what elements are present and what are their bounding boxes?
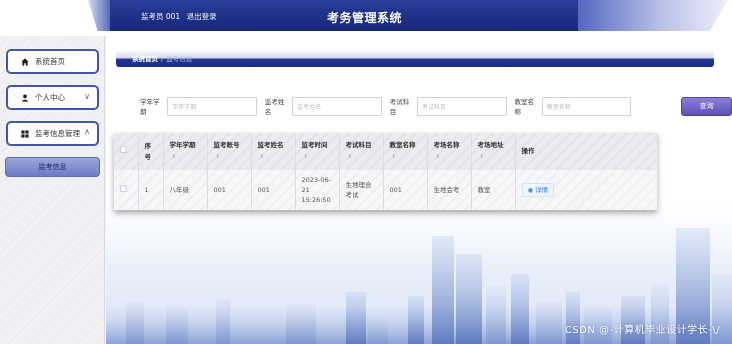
chevron-down-icon: ∨ (84, 92, 90, 101)
sort-icon[interactable]: ⇕ (480, 154, 484, 160)
cell-time: 2023-06-21 15:26:50 (295, 170, 340, 210)
search-label-term: 学年学期 (140, 98, 160, 116)
detail-button[interactable]: ◉ 详情 (521, 183, 555, 197)
logout-link[interactable]: 退出登录 (187, 12, 217, 21)
table-header-subject[interactable]: 考试科目⇕ (339, 133, 384, 170)
sidebar-item-home[interactable]: 系统首页 (6, 49, 99, 74)
search-input-subject[interactable]: 考试科目 (416, 96, 507, 116)
table-row: 1 八年级 001 001 2023-06-21 15:26:50 生地理合考试… (114, 170, 658, 210)
sort-icon[interactable]: ⇕ (172, 154, 176, 160)
sort-icon[interactable]: ⇕ (216, 154, 220, 160)
search-input-invigilator-name[interactable]: 监考姓名 (292, 96, 382, 116)
breadcrumb-current: 监考信息 (166, 55, 193, 63)
sidebar-subitem-invigilation-info[interactable]: 监考信息 (5, 157, 100, 177)
top-header: 监考员 001 退出登录 考务管理系统 (0, 0, 732, 36)
sidebar-item-personal-center[interactable]: 个人中心 ∨ (6, 85, 99, 110)
search-label-classroom: 教室名称 (514, 98, 535, 116)
sidebar-item-label: 监考信息管理 (35, 129, 80, 138)
app-title: 考务管理系统 (327, 11, 403, 25)
table-header-time[interactable]: 监考时间⇕ (295, 133, 340, 170)
sort-icon[interactable]: ⇕ (304, 154, 308, 160)
person-icon (20, 93, 29, 102)
user-info: 监考员 001 退出登录 (141, 11, 221, 22)
csdn-watermark: CSDN @-计算机毕业设计学长-\/ (564, 325, 720, 336)
cell-subject: 生地理合考试 (339, 170, 384, 210)
sort-icon[interactable]: ⇕ (392, 154, 396, 160)
header-wing-left (88, 0, 112, 31)
search-input-classroom[interactable]: 教室名称 (541, 96, 632, 116)
breadcrumb-separator: / (161, 55, 164, 63)
table-header-account[interactable]: 监考账号⇕ (207, 133, 252, 170)
cell-actions: ◉ 详情 (515, 170, 658, 210)
cell-name: 001 (251, 170, 296, 210)
invigilation-table: 序号 学年学期⇕ 监考账号⇕ 监考姓名⇕ 监考时间⇕ 考试科目⇕ 教室名称⇕ 考… (114, 133, 658, 210)
row-select (114, 170, 139, 210)
cell-exam-room: 生地会考 (427, 170, 472, 210)
cell-term: 八年级 (163, 170, 208, 210)
table-header-term[interactable]: 学年学期⇕ (163, 133, 208, 170)
home-icon (20, 57, 29, 66)
chevron-up-icon: ∧ (84, 127, 90, 136)
sort-icon[interactable]: ⇕ (436, 154, 440, 160)
sort-icon[interactable]: ⇕ (348, 154, 352, 160)
row-checkbox[interactable] (120, 185, 127, 192)
cell-index: 1 (138, 170, 164, 210)
select-all-checkbox[interactable] (120, 146, 127, 153)
table-header-select (114, 133, 139, 170)
table-header-address[interactable]: 考场地址⇕ (471, 133, 516, 170)
eye-icon: ◉ (527, 186, 534, 194)
sidebar-item-label: 系统首页 (35, 57, 65, 66)
cell-address: 教室 (471, 170, 516, 210)
table-header-name[interactable]: 监考姓名⇕ (251, 133, 296, 170)
table-header-actions: 操作 (515, 133, 658, 170)
search-label-subject: 考试科目 (389, 98, 410, 116)
breadcrumb-home-link[interactable]: 系统首页 (132, 55, 158, 63)
sidebar-item-label: 个人中心 (35, 93, 65, 102)
main-content: 系统首页 / 监考信息 学年学期 学年学期 监考姓名 监考姓名 考试科目 考试科目 … (106, 36, 732, 344)
table-header-classroom[interactable]: 教室名称⇕ (383, 133, 428, 170)
search-bar: 学年学期 学年学期 监考姓名 监考姓名 考试科目 考试科目 教室名称 教室名称 … (140, 96, 732, 116)
breadcrumb: 系统首页 / 监考信息 (116, 50, 714, 67)
current-user: 监考员 001 (141, 12, 181, 21)
search-input-term[interactable]: 学年学期 (167, 96, 257, 116)
sidebar: 系统首页 个人中心 ∨ 监考信息管理 ∧ 监考信息 (0, 36, 105, 344)
table-header-row: 序号 学年学期⇕ 监考账号⇕ 监考姓名⇕ 监考时间⇕ 考试科目⇕ 教室名称⇕ 考… (114, 133, 658, 170)
header-wing-right (578, 0, 728, 31)
search-label-invigilator-name: 监考姓名 (264, 98, 285, 116)
search-button[interactable]: 查询 (681, 96, 732, 116)
grid-icon (20, 129, 29, 138)
table-header-index: 序号 (138, 133, 164, 170)
cell-account: 001 (207, 170, 252, 210)
sidebar-item-exam-invigilation[interactable]: 监考信息管理 ∧ (6, 121, 99, 146)
table-header-exam-room[interactable]: 考场名称⇕ (427, 133, 472, 170)
sort-icon[interactable]: ⇕ (260, 154, 264, 160)
cell-classroom: 001 (383, 170, 428, 210)
